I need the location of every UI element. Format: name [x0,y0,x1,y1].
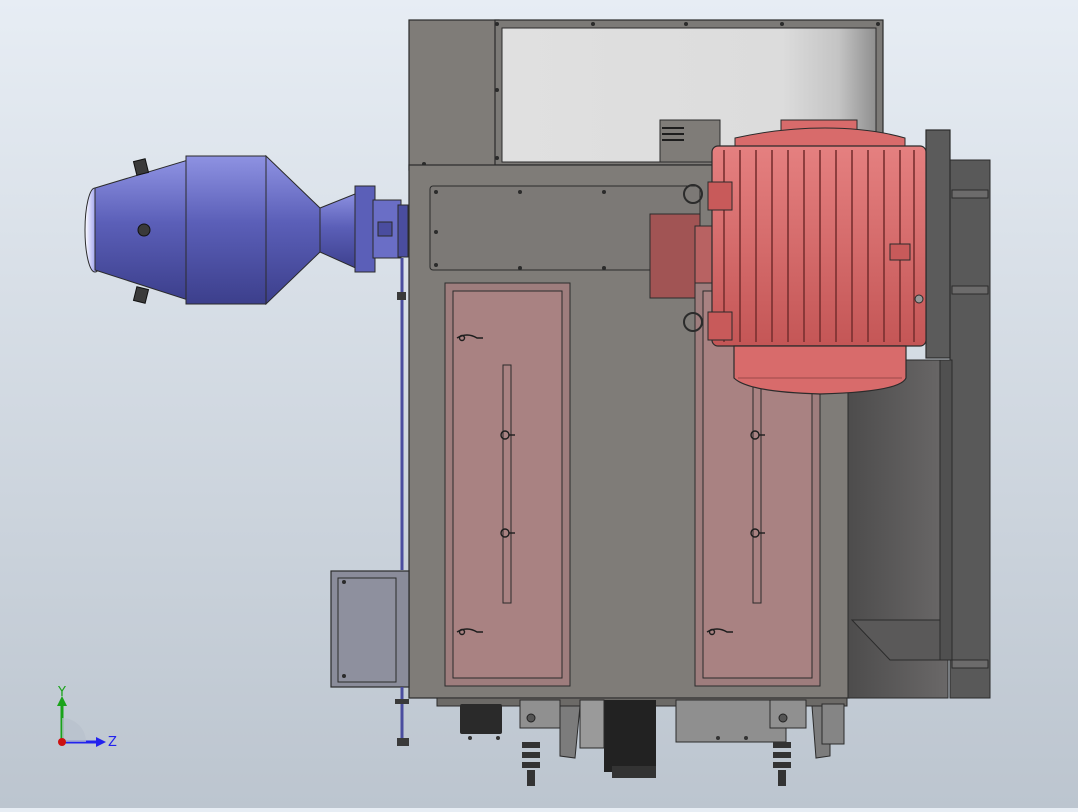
bottom-feet[interactable] [436,697,848,786]
control-box[interactable] [330,570,410,746]
model-canvas[interactable] [0,0,1078,808]
cad-viewport[interactable] [0,0,1078,808]
coordinate-triad: Y Z [48,684,124,756]
origin-point [58,738,66,746]
z-axis-label: Z [108,735,117,750]
burner-assembly[interactable] [84,154,409,570]
access-door-left[interactable] [444,282,571,687]
y-axis-label: Y [57,685,66,700]
